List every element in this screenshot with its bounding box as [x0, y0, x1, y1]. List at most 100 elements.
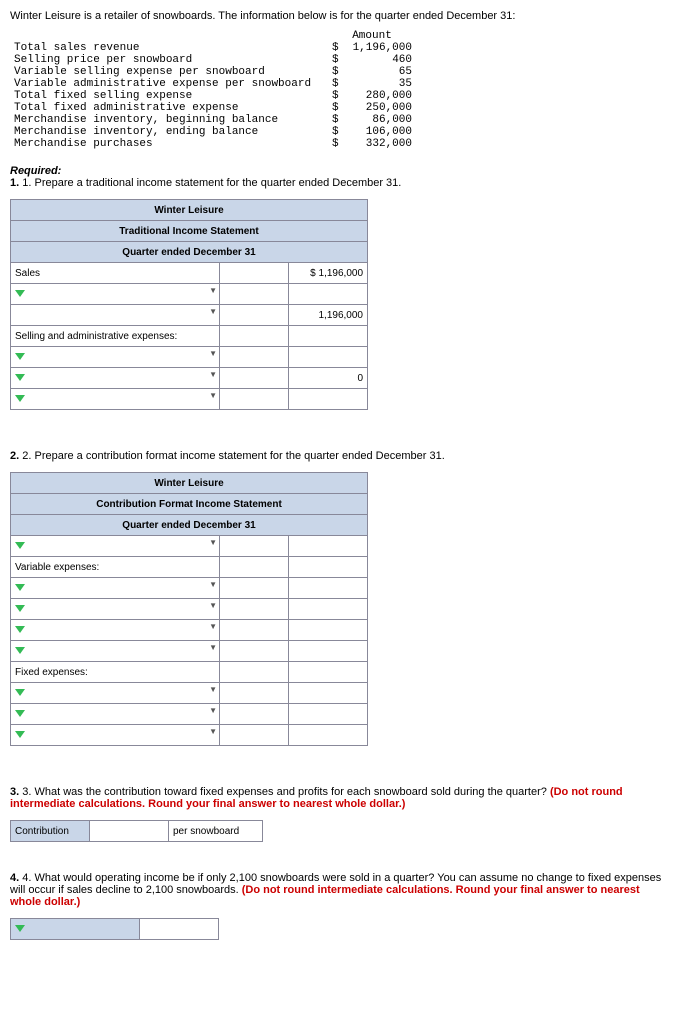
- input-cell[interactable]: [220, 620, 289, 641]
- fe-label[interactable]: Fixed expenses:: [11, 662, 220, 683]
- row-desc: Merchandise inventory, ending balance: [10, 126, 328, 138]
- row-val: 332,000: [348, 138, 416, 150]
- row-desc: Total sales revenue: [10, 42, 328, 54]
- row-desc: Variable selling expense per snowboard: [10, 66, 328, 78]
- row-cur: $: [328, 42, 348, 54]
- input-cell[interactable]: [220, 599, 289, 620]
- q4-text: 4. 4. What would operating income be if …: [10, 872, 671, 908]
- input-cell[interactable]: [220, 389, 289, 410]
- dropdown-cell[interactable]: [11, 725, 220, 746]
- input-cell[interactable]: [220, 557, 289, 578]
- op-income-input[interactable]: [140, 919, 219, 940]
- input-cell[interactable]: [289, 389, 368, 410]
- input-cell[interactable]: [220, 368, 289, 389]
- q2-span: 2. Prepare a contribution format income …: [22, 450, 445, 462]
- row-val: 460: [348, 54, 416, 66]
- dropdown-cell[interactable]: [11, 641, 220, 662]
- input-cell[interactable]: [289, 578, 368, 599]
- dropdown-cell[interactable]: [11, 704, 220, 725]
- dropdown-icon: [15, 584, 25, 591]
- input-cell[interactable]: [289, 704, 368, 725]
- input-cell[interactable]: [289, 620, 368, 641]
- row-cur: $: [328, 114, 348, 126]
- dropdown-icon: [15, 689, 25, 696]
- contrib-input[interactable]: [90, 821, 169, 842]
- contribution-income-table: Winter Leisure Contribution Format Incom…: [10, 472, 368, 746]
- traditional-income-table: Winter Leisure Traditional Income Statem…: [10, 199, 368, 410]
- input-cell[interactable]: [289, 557, 368, 578]
- input-cell[interactable]: [289, 725, 368, 746]
- input-cell[interactable]: [220, 326, 289, 347]
- row-desc: Selling price per snowboard: [10, 54, 328, 66]
- t2-h1: Winter Leisure: [11, 473, 368, 494]
- dropdown-icon: [15, 647, 25, 654]
- input-cell[interactable]: [220, 641, 289, 662]
- row-cur: $: [328, 54, 348, 66]
- input-cell[interactable]: [220, 284, 289, 305]
- input-cell[interactable]: [289, 683, 368, 704]
- dropdown-cell[interactable]: [11, 919, 140, 940]
- dropdown-cell[interactable]: [11, 347, 220, 368]
- dropdown-icon: [15, 374, 25, 381]
- input-cell[interactable]: [220, 536, 289, 557]
- amount-header: Amount: [328, 30, 416, 42]
- t1-h1: Winter Leisure: [11, 200, 368, 221]
- dropdown-icon: [15, 626, 25, 633]
- input-cell[interactable]: [220, 704, 289, 725]
- dropdown-icon: [15, 605, 25, 612]
- dropdown-icon: [15, 353, 25, 360]
- dropdown-icon: [15, 710, 25, 717]
- input-cell[interactable]: [289, 326, 368, 347]
- dropdown-cell[interactable]: [11, 599, 220, 620]
- dropdown-cell[interactable]: [11, 389, 220, 410]
- input-cell[interactable]: [220, 347, 289, 368]
- row-val: 86,000: [348, 114, 416, 126]
- t1-h2: Traditional Income Statement: [11, 221, 368, 242]
- dropdown-icon: [15, 290, 25, 297]
- t1-h3: Quarter ended December 31: [11, 242, 368, 263]
- dropdown-icon: [15, 925, 25, 932]
- row-cur: $: [328, 78, 348, 90]
- dropdown-cell[interactable]: [11, 305, 220, 326]
- q3a-span: 3. What was the contribution toward fixe…: [22, 786, 550, 798]
- row-desc: Merchandise purchases: [10, 138, 328, 150]
- sae-label[interactable]: Selling and administrative expenses:: [11, 326, 220, 347]
- input-cell[interactable]: [220, 662, 289, 683]
- row-val: 106,000: [348, 126, 416, 138]
- sales-amount[interactable]: $ 1,196,000: [289, 263, 368, 284]
- dropdown-cell[interactable]: [11, 683, 220, 704]
- input-cell[interactable]: [220, 683, 289, 704]
- ve-label[interactable]: Variable expenses:: [11, 557, 220, 578]
- required-label: Required:: [10, 165, 671, 177]
- input-cell[interactable]: [289, 662, 368, 683]
- dropdown-cell[interactable]: [11, 284, 220, 305]
- input-cell[interactable]: [289, 599, 368, 620]
- input-cell[interactable]: [220, 305, 289, 326]
- input-cell[interactable]: [289, 641, 368, 662]
- dropdown-cell[interactable]: [11, 536, 220, 557]
- input-cell[interactable]: [289, 284, 368, 305]
- row-val: 250,000: [348, 102, 416, 114]
- input-cell[interactable]: [220, 578, 289, 599]
- input-cell[interactable]: [220, 725, 289, 746]
- intro-text: Winter Leisure is a retailer of snowboar…: [10, 10, 671, 22]
- input-cell[interactable]: [289, 536, 368, 557]
- zero-cell[interactable]: 0: [289, 368, 368, 389]
- input-cell[interactable]: [289, 347, 368, 368]
- q1-span: 1. Prepare a traditional income statemen…: [22, 177, 401, 189]
- input-cell[interactable]: [220, 263, 289, 284]
- row-cur: $: [328, 102, 348, 114]
- dropdown-cell[interactable]: [11, 578, 220, 599]
- dropdown-cell[interactable]: [11, 368, 220, 389]
- t2-h2: Contribution Format Income Statement: [11, 494, 368, 515]
- q3-text: 3. 3. What was the contribution toward f…: [10, 786, 671, 810]
- subtotal[interactable]: 1,196,000: [289, 305, 368, 326]
- sales-label[interactable]: Sales: [11, 263, 220, 284]
- row-val: 65: [348, 66, 416, 78]
- row-cur: $: [328, 138, 348, 150]
- per-snowboard-label: per snowboard: [169, 821, 263, 842]
- dropdown-cell[interactable]: [11, 620, 220, 641]
- dropdown-icon: [15, 542, 25, 549]
- row-desc: Total fixed selling expense: [10, 90, 328, 102]
- row-desc: Variable administrative expense per snow…: [10, 78, 328, 90]
